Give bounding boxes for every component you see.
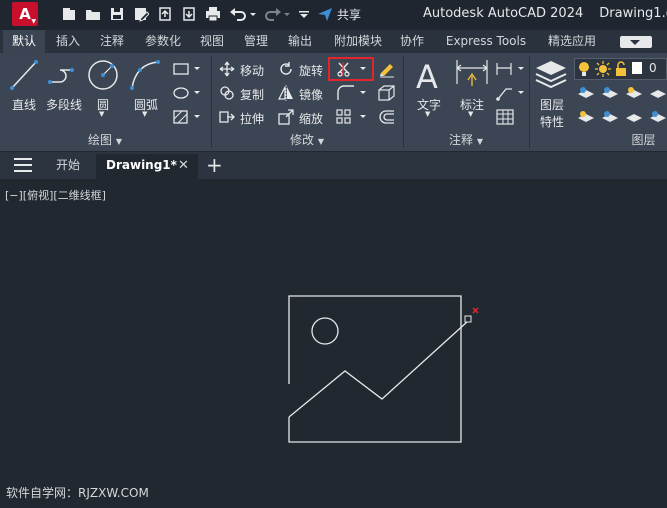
app-menu-dropdown-icon: ▼ (31, 18, 36, 25)
image-frame-bottom (288, 319, 462, 443)
undo-icon[interactable] (229, 6, 257, 22)
tab-output[interactable]: 输出 (282, 30, 318, 53)
polyline-icon[interactable] (46, 58, 80, 92)
share-button[interactable]: 共享 (317, 5, 361, 23)
rotate-icon[interactable] (278, 61, 294, 77)
dimension-dropdown-icon[interactable]: ▼ (468, 110, 473, 118)
modify-panel-title[interactable]: 修改 ▼ (212, 131, 402, 149)
save-icon[interactable] (109, 6, 125, 22)
modify-panel-title-text: 修改 (290, 133, 315, 147)
move-label[interactable]: 移动 (240, 62, 264, 79)
tab-express-tools[interactable]: Express Tools (440, 30, 532, 53)
annotation-panel-title[interactable]: 注释 ▼ (404, 131, 528, 149)
copy-icon[interactable] (219, 85, 235, 101)
hamburger-menu-icon[interactable] (14, 158, 32, 172)
layers-panel-title[interactable]: 图层 (620, 131, 667, 149)
tab-start[interactable]: 开始 (56, 152, 80, 179)
tab-default[interactable]: 默认 (3, 30, 45, 53)
share-label: 共享 (337, 7, 362, 22)
tab-addins[interactable]: 附加模块 (326, 30, 390, 53)
trim-marker-x-icon (472, 307, 479, 314)
layer-thaw-icon[interactable] (595, 61, 611, 77)
fillet-icon[interactable] (336, 84, 370, 102)
tab-parametric[interactable]: 参数化 (138, 30, 188, 53)
circle-dropdown-icon[interactable]: ▼ (99, 110, 104, 118)
hatch-icon[interactable] (172, 110, 202, 124)
layer-unlock-icon[interactable] (614, 61, 628, 77)
leader-icon[interactable] (496, 85, 526, 101)
draw-panel-title[interactable]: 绘图 ▼ (0, 131, 210, 149)
line-label: 直线 (11, 98, 36, 112)
trim-icon[interactable] (336, 61, 370, 77)
stretch-icon[interactable] (219, 109, 235, 125)
tab-featured-apps[interactable]: 精选应用 (540, 30, 604, 53)
open-icon[interactable] (85, 6, 101, 22)
dimension-icon[interactable] (454, 58, 490, 92)
share-icon (318, 8, 332, 21)
svg-text:A: A (416, 58, 438, 94)
saveas-icon[interactable] (133, 6, 149, 22)
tab-view[interactable]: 视图 (194, 30, 230, 53)
layer-color-swatch[interactable] (632, 62, 642, 74)
rectangle-icon[interactable] (172, 62, 202, 76)
layer-tool-icon[interactable] (577, 86, 667, 102)
table-icon[interactable] (496, 109, 514, 125)
redo-icon[interactable] (264, 6, 292, 22)
print-icon[interactable] (205, 6, 221, 22)
drawing-canvas[interactable] (0, 180, 667, 480)
layer-properties-label-2: 特性 (539, 115, 564, 129)
panel-divider (529, 56, 530, 148)
grip-square[interactable] (464, 315, 472, 323)
new-icon[interactable] (61, 6, 77, 22)
3d-box-icon[interactable] (378, 85, 396, 101)
tab-annotate[interactable]: 注释 (94, 30, 130, 53)
tab-drawing1-label: Drawing1* (106, 158, 177, 172)
text-icon[interactable]: A (414, 58, 444, 94)
draw-panel-title-text: 绘图 (88, 133, 113, 147)
scale-label[interactable]: 缩放 (299, 110, 323, 127)
ellipse-icon[interactable] (172, 86, 202, 100)
new-tab-button[interactable]: + (206, 152, 223, 179)
linear-dimension-icon[interactable] (496, 61, 526, 77)
arc-dropdown-icon[interactable]: ▼ (142, 110, 147, 118)
erase-icon[interactable] (378, 60, 396, 78)
mirror-icon[interactable] (278, 85, 294, 101)
offset-icon[interactable] (378, 109, 396, 125)
customize-icon[interactable] (298, 6, 310, 22)
annotation-panel-title-text: 注释 (449, 133, 474, 147)
ribbon-minimize-button[interactable] (620, 36, 652, 48)
polyline-label: 多段线 (45, 98, 82, 112)
layer-properties-label-1: 图层 (539, 98, 564, 112)
current-layer-name: 0 (649, 61, 657, 75)
mirror-label[interactable]: 镜像 (299, 86, 323, 103)
app-logo-letter: A (19, 5, 31, 23)
move-icon[interactable] (219, 61, 235, 77)
tab-insert[interactable]: 插入 (50, 30, 86, 53)
stretch-label[interactable]: 拉伸 (240, 110, 264, 127)
layer-tool-icon[interactable] (577, 110, 667, 126)
copy-label[interactable]: 复制 (240, 86, 264, 103)
rotate-label[interactable]: 旋转 (299, 62, 323, 79)
line-icon[interactable] (8, 58, 40, 92)
window-title: Autodesk AutoCAD 2024 Drawing1.dwg (423, 6, 667, 21)
circle-icon[interactable] (86, 58, 120, 92)
scale-icon[interactable] (278, 109, 294, 125)
watermark-text: 软件自学网：RJZXW.COM (6, 486, 149, 500)
mountain-polyline (288, 321, 468, 418)
arc-icon[interactable] (128, 58, 162, 92)
tab-collaborate[interactable]: 协作 (394, 30, 430, 53)
tab-manage[interactable]: 管理 (238, 30, 274, 53)
upload-icon[interactable] (157, 6, 173, 22)
product-name: Autodesk AutoCAD 2024 (423, 6, 584, 21)
layer-on-icon[interactable] (577, 61, 591, 77)
text-dropdown-icon[interactable]: ▼ (425, 110, 430, 118)
application-menu-button[interactable]: A ▼ (12, 2, 38, 26)
download-icon[interactable] (181, 6, 197, 22)
array-icon[interactable] (336, 109, 370, 125)
ribbon-tab-bar: 默认 插入 注释 参数化 视图 管理 输出 附加模块 协作 Express To… (0, 30, 667, 53)
sun-circle (311, 317, 339, 345)
layer-properties-icon[interactable] (534, 58, 568, 94)
close-tab-icon[interactable]: ✕ (178, 152, 189, 179)
document-name: Drawing1.dwg (599, 6, 667, 21)
